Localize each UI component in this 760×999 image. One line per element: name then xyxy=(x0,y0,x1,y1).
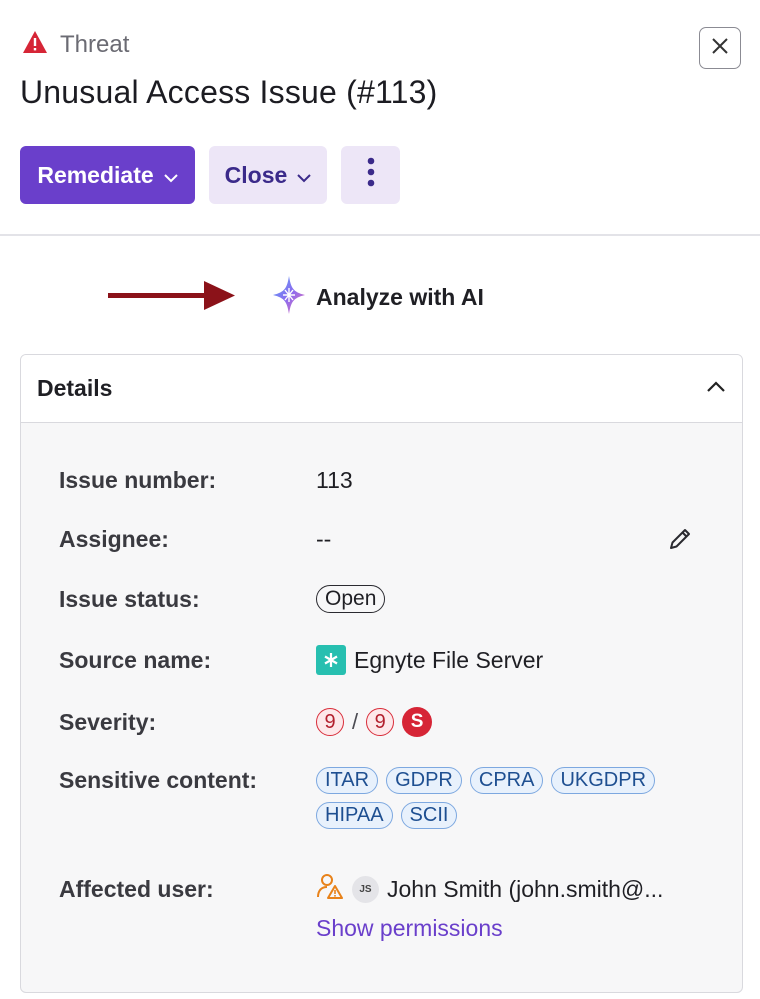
close-issue-label: Close xyxy=(224,161,288,188)
more-options-button[interactable] xyxy=(341,146,400,204)
assignee-label: Assignee: xyxy=(59,526,169,552)
sensitive-content-tags: ITAR GDPR CPRA UKGDPR HIPAA SCII xyxy=(316,767,676,829)
issue-type-label: Threat xyxy=(60,30,130,58)
severity-separator: / xyxy=(352,709,359,734)
sensitive-content-row: Sensitive content: ITAR GDPR CPRA UKGDPR… xyxy=(59,767,676,829)
page-title: Unusual Access Issue (#113) xyxy=(20,74,438,110)
close-issue-button[interactable]: Close xyxy=(209,146,327,204)
action-bar: Remediate Close xyxy=(20,146,400,204)
assignee-row: Assignee: -- xyxy=(59,526,331,553)
egnyte-icon xyxy=(316,645,346,675)
assignee-value: -- xyxy=(316,526,332,552)
avatar: JS xyxy=(352,875,379,903)
tag-itar[interactable]: ITAR xyxy=(316,767,379,794)
source-name-label: Source name: xyxy=(59,646,212,673)
details-panel: Details Issue number: 113 Assignee: -- I… xyxy=(20,354,743,993)
issue-number-value: 113 xyxy=(316,467,353,493)
issue-number-row: Issue number: 113 xyxy=(59,467,353,494)
source-name-value: Egnyte File Server xyxy=(354,646,544,673)
severity-score-a: 9 xyxy=(316,708,344,736)
severity-badge: S xyxy=(402,707,433,737)
ai-sparkle-icon xyxy=(272,275,306,320)
remediate-button[interactable]: Remediate xyxy=(20,146,195,204)
status-badge: Open xyxy=(316,585,386,613)
chevron-down-icon xyxy=(297,162,312,189)
issue-number-label: Issue number: xyxy=(59,467,217,493)
analyze-with-ai-label: Analyze with AI xyxy=(316,284,484,310)
user-alert-icon xyxy=(316,872,344,906)
sensitive-content-label: Sensitive content: xyxy=(59,767,258,793)
warning-triangle-icon xyxy=(22,30,48,59)
close-panel-button[interactable] xyxy=(699,27,741,69)
severity-label: Severity: xyxy=(59,708,157,735)
analyze-with-ai-button[interactable]: Analyze with AI xyxy=(272,275,484,320)
affected-user-row: Affected user: JS John Smith (john.smith… xyxy=(59,872,663,906)
chevron-up-icon[interactable] xyxy=(706,380,726,398)
more-vertical-icon xyxy=(367,157,375,193)
severity-score-b: 9 xyxy=(366,708,395,736)
affected-user-label: Affected user: xyxy=(59,875,214,902)
issue-status-label: Issue status: xyxy=(59,585,200,612)
source-name-row: Source name: Egnyte File Server xyxy=(59,645,543,675)
arrow-right-icon xyxy=(108,280,236,317)
severity-row: Severity: 9 / 9 S xyxy=(59,707,433,737)
details-header[interactable]: Details xyxy=(21,355,742,423)
close-icon xyxy=(711,37,729,60)
show-permissions-link[interactable]: Show permissions xyxy=(316,915,503,942)
remediate-label: Remediate xyxy=(37,161,154,188)
affected-user-name[interactable]: John Smith (john.smith@... xyxy=(387,876,663,903)
tag-ukgdpr[interactable]: UKGDPR xyxy=(551,767,656,794)
panel-header: Threat Unusual Access Issue (#113) Remed… xyxy=(0,0,760,236)
details-title: Details xyxy=(37,375,113,401)
issue-type: Threat xyxy=(22,30,129,59)
tag-gdpr[interactable]: GDPR xyxy=(386,767,462,794)
issue-status-row: Issue status: Open xyxy=(59,585,386,613)
tag-cpra[interactable]: CPRA xyxy=(469,767,544,794)
chevron-down-icon xyxy=(163,162,178,189)
tag-hipaa[interactable]: HIPAA xyxy=(316,802,393,829)
header-divider xyxy=(0,234,760,236)
tag-scii[interactable]: SCII xyxy=(400,802,458,829)
edit-pencil-icon[interactable] xyxy=(667,526,693,557)
